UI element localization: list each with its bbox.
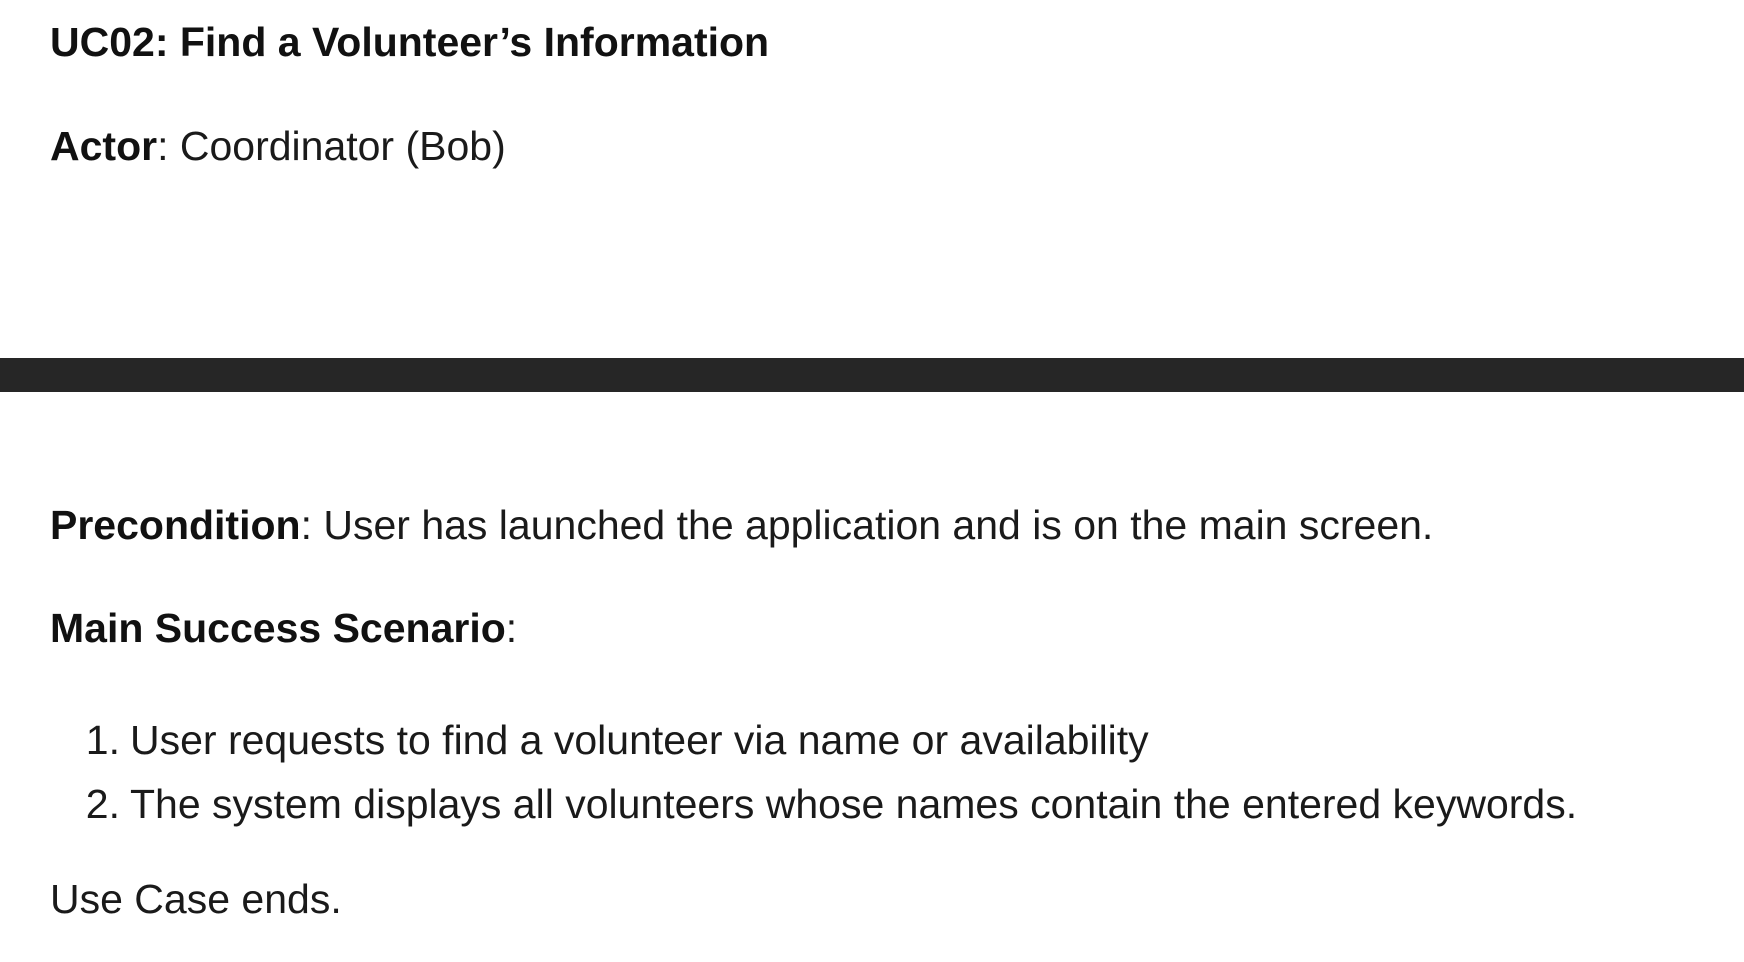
precondition-value: : User has launched the application and … — [300, 502, 1434, 548]
actor-line: Actor: Coordinator (Bob) — [50, 122, 506, 170]
main-success-scenario-label: Main Success Scenario — [50, 605, 506, 651]
step-number: 2. — [85, 781, 120, 827]
divider-bar — [0, 358, 1744, 392]
use-case-title: UC02: Find a Volunteer’s Information — [50, 19, 770, 65]
scenario-step: 1. User requests to find a volunteer via … — [50, 708, 1577, 772]
step-text: The system displays all volunteers whose… — [130, 781, 1578, 827]
actor-label: Actor — [50, 123, 158, 169]
use-case-ending: Use Case ends. — [50, 876, 342, 922]
main-success-scenario-suffix: : — [505, 605, 518, 651]
step-number: 1. — [85, 717, 120, 763]
scenario-steps-list: 1. User requests to find a volunteer via … — [50, 708, 1577, 836]
step-text: User requests to find a volunteer via na… — [130, 717, 1149, 763]
scenario-step: 2. The system displays all volunteers who… — [50, 772, 1577, 836]
section-divider — [0, 356, 1744, 392]
precondition-line: Precondition: User has launched the appl… — [50, 501, 1433, 549]
main-success-scenario-heading: Main Success Scenario: — [50, 604, 517, 652]
precondition-label: Precondition — [50, 502, 301, 548]
actor-value: : Coordinator (Bob) — [157, 123, 506, 169]
